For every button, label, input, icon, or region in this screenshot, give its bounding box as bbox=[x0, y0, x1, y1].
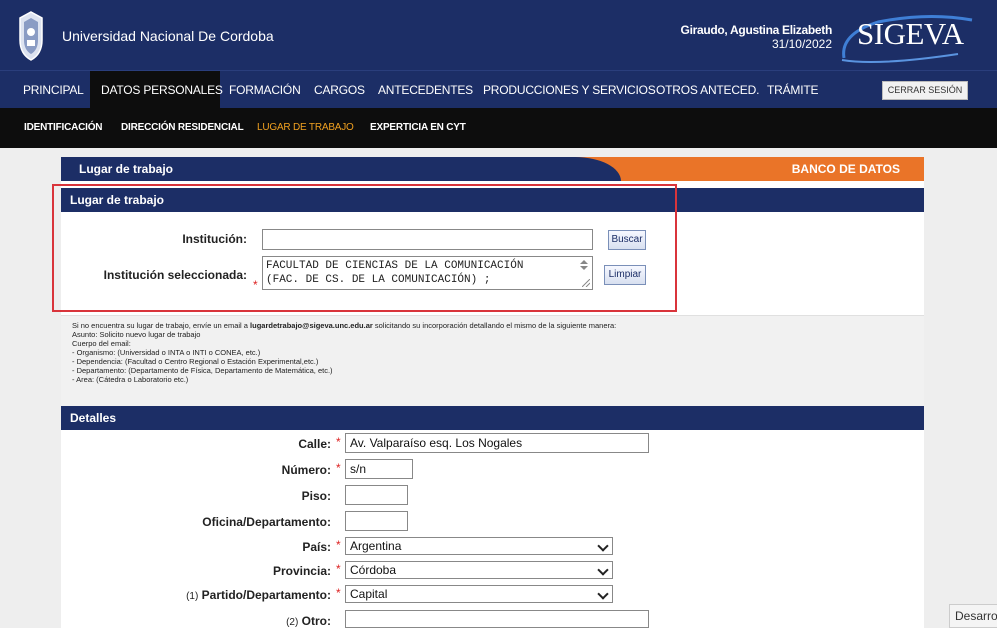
sub-nav: IDENTIFICACIÓN DIRECCIÓN RESIDENCIAL LUG… bbox=[0, 108, 997, 148]
page-title: Lugar de trabajo bbox=[79, 162, 174, 176]
chevron-down-icon bbox=[597, 564, 609, 576]
numero-input[interactable]: s/n bbox=[345, 459, 413, 479]
oficina-label: Oficina/Departamento: bbox=[202, 515, 331, 529]
info-line: - Area: (Cátedra o Laboratorio etc.) bbox=[72, 375, 189, 384]
subnav-experticia[interactable]: EXPERTICIA EN CYT bbox=[370, 108, 466, 148]
subnav-direccion-residencial[interactable]: DIRECCIÓN RESIDENCIAL bbox=[121, 108, 244, 148]
nav-formacion[interactable]: FORMACIÓN bbox=[229, 71, 301, 109]
required-mark: * bbox=[336, 435, 341, 449]
otro-label: (2) Otro: bbox=[286, 614, 331, 628]
pais-select[interactable]: Argentina bbox=[345, 537, 613, 555]
desarrollo-tab[interactable]: Desarrollo bbox=[949, 604, 997, 628]
banco-de-datos-label: BANCO DE DATOS bbox=[791, 162, 900, 176]
nav-antecedentes[interactable]: ANTECEDENTES bbox=[378, 71, 473, 109]
provincia-select[interactable]: Córdoba bbox=[345, 561, 613, 579]
required-mark: * bbox=[336, 586, 341, 600]
partido-select[interactable]: Capital bbox=[345, 585, 613, 603]
contact-email-link[interactable]: lugardetrabajo@sigeva.unc.edu.ar bbox=[250, 321, 373, 330]
user-name: Giraudo, Agustina Elizabeth bbox=[680, 23, 833, 37]
numero-label: Número: bbox=[281, 463, 331, 477]
otro-input[interactable] bbox=[345, 610, 649, 628]
calle-label: Calle: bbox=[298, 437, 331, 451]
pais-label: País: bbox=[302, 540, 331, 554]
oficina-input[interactable] bbox=[345, 511, 408, 531]
detalles-section-header: Detalles bbox=[61, 406, 924, 430]
partido-label: (1) Partido/Departamento: bbox=[186, 588, 331, 602]
nav-datos-personales[interactable]: DATOS PERSONALES bbox=[90, 71, 223, 109]
university-name: Universidad Nacional De Cordoba bbox=[62, 28, 274, 44]
logout-button[interactable]: CERRAR SESIÓN bbox=[882, 81, 968, 100]
main-nav: PRINCIPAL DATOS PERSONALES FORMACIÓN CAR… bbox=[0, 70, 997, 109]
provincia-label: Provincia: bbox=[272, 564, 331, 578]
subnav-lugar-de-trabajo[interactable]: LUGAR DE TRABAJO bbox=[257, 108, 354, 148]
nav-otros[interactable]: OTROS ANTECED. bbox=[656, 71, 759, 109]
nav-producciones[interactable]: PRODUCCIONES Y SERVICIOS bbox=[483, 71, 656, 109]
nav-principal[interactable]: PRINCIPAL bbox=[0, 71, 90, 109]
info-line: Cuerpo del email: bbox=[72, 339, 131, 348]
subnav-identificacion[interactable]: IDENTIFICACIÓN bbox=[24, 108, 103, 148]
sigeva-logo: SIGEVA bbox=[857, 16, 964, 51]
nav-tramite[interactable]: TRÁMITE bbox=[767, 71, 818, 109]
chevron-down-icon bbox=[597, 540, 609, 552]
info-line: Asunto: Solicito nuevo lugar de trabajo bbox=[72, 330, 201, 339]
piso-label: Piso: bbox=[301, 489, 331, 503]
piso-input[interactable] bbox=[345, 485, 408, 505]
info-line: - Organismo: (Universidad o INTA o INTI … bbox=[72, 348, 261, 357]
highlight-box bbox=[52, 184, 677, 312]
required-mark: * bbox=[336, 538, 341, 552]
nav-cargos[interactable]: CARGOS bbox=[314, 71, 365, 109]
info-line: - Dependencia: (Facultad o Centro Region… bbox=[72, 357, 319, 366]
session-date: 31/10/2022 bbox=[771, 37, 832, 51]
required-mark: * bbox=[336, 562, 341, 576]
chevron-down-icon bbox=[597, 588, 609, 600]
info-intro: Si no encuentra su lugar de trabajo, env… bbox=[72, 321, 617, 330]
university-crest-icon bbox=[19, 11, 43, 61]
info-line: - Departamento: (Departamento de Física,… bbox=[72, 366, 333, 375]
required-mark: * bbox=[336, 461, 341, 475]
calle-input[interactable]: Av. Valparaíso esq. Los Nogales bbox=[345, 433, 649, 453]
